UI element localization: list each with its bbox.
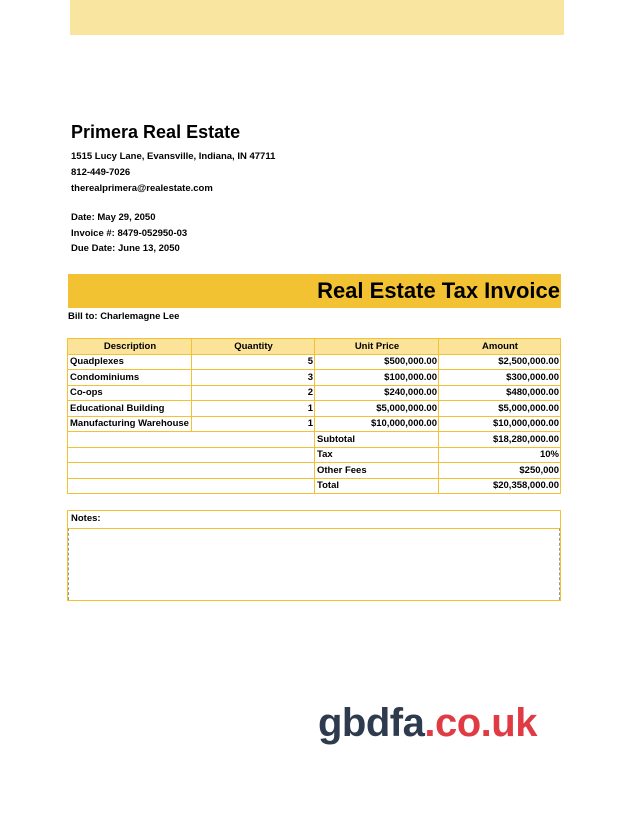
company-address: 1515 Lucy Lane, Evansville, Indiana, IN … <box>71 151 276 162</box>
header-amount: Amount <box>438 338 561 355</box>
cell-description: Manufacturing Warehouse <box>67 415 192 432</box>
invoice-date: Date: May 29, 2050 <box>71 212 156 223</box>
logo-text-part1: gbdfa <box>318 701 425 745</box>
top-color-band <box>70 0 564 35</box>
cell-description: Quadplexes <box>67 353 192 370</box>
cell-description: Educational Building <box>67 400 192 417</box>
company-email: therealprimera@realestate.com <box>71 183 213 194</box>
cell-unit-price: $500,000.00 <box>314 353 439 370</box>
total-label: Total <box>314 477 439 494</box>
summary-spacer <box>67 477 315 494</box>
cell-amount: $5,000,000.00 <box>438 400 561 417</box>
summary-spacer <box>67 431 315 448</box>
summary-row-other-fees: Other Fees $250,000 <box>67 462 561 479</box>
other-fees-label: Other Fees <box>314 462 439 479</box>
logo-text-part2: .co.uk <box>424 701 537 745</box>
invoice-table: Description Quantity Unit Price Amount Q… <box>67 338 561 494</box>
notes-box[interactable]: Notes: <box>67 510 561 601</box>
cell-quantity: 3 <box>191 369 315 386</box>
summary-row-total: Total $20,358,000.00 <box>67 477 561 494</box>
table-row: Manufacturing Warehouse 1 $10,000,000.00… <box>67 415 561 432</box>
summary-row-subtotal: Subtotal $18,280,000.00 <box>67 431 561 448</box>
cell-quantity: 5 <box>191 353 315 370</box>
cell-quantity: 2 <box>191 384 315 401</box>
title-bar: Real Estate Tax Invoice <box>68 274 561 308</box>
summary-row-tax: Tax 10% <box>67 446 561 463</box>
cell-quantity: 1 <box>191 400 315 417</box>
summary-spacer <box>67 446 315 463</box>
cell-description: Condominiums <box>67 369 192 386</box>
company-name: Primera Real Estate <box>71 122 241 142</box>
cell-unit-price: $240,000.00 <box>314 384 439 401</box>
table-row: Quadplexes 5 $500,000.00 $2,500,000.00 <box>67 353 561 370</box>
header-unit-price: Unit Price <box>314 338 439 355</box>
notes-area[interactable] <box>68 528 560 600</box>
site-logo: gbdfa.co.uk <box>318 701 537 746</box>
header-quantity: Quantity <box>191 338 315 355</box>
summary-spacer <box>67 462 315 479</box>
other-fees-value: $250,000 <box>438 462 561 479</box>
cell-unit-price: $100,000.00 <box>314 369 439 386</box>
table-row: Co-ops 2 $240,000.00 $480,000.00 <box>67 384 561 401</box>
subtotal-label: Subtotal <box>314 431 439 448</box>
table-row: Educational Building 1 $5,000,000.00 $5,… <box>67 400 561 417</box>
header-description: Description <box>67 338 192 355</box>
table-row: Condominiums 3 $100,000.00 $300,000.00 <box>67 369 561 386</box>
bill-to: Bill to: Charlemagne Lee <box>68 311 180 322</box>
cell-amount: $10,000,000.00 <box>438 415 561 432</box>
subtotal-value: $18,280,000.00 <box>438 431 561 448</box>
tax-label: Tax <box>314 446 439 463</box>
cell-unit-price: $5,000,000.00 <box>314 400 439 417</box>
cell-amount: $2,500,000.00 <box>438 353 561 370</box>
cell-amount: $300,000.00 <box>438 369 561 386</box>
company-phone: 812-449-7026 <box>71 167 131 178</box>
table-header-row: Description Quantity Unit Price Amount <box>67 338 561 355</box>
due-date: Due Date: June 13, 2050 <box>71 243 180 254</box>
notes-label: Notes: <box>71 513 101 524</box>
cell-quantity: 1 <box>191 415 315 432</box>
tax-value: 10% <box>438 446 561 463</box>
invoice-number: Invoice #: 8479-052950-03 <box>71 228 188 239</box>
invoice-title: Real Estate Tax Invoice <box>317 278 560 303</box>
cell-amount: $480,000.00 <box>438 384 561 401</box>
total-value: $20,358,000.00 <box>438 477 561 494</box>
cell-unit-price: $10,000,000.00 <box>314 415 439 432</box>
cell-description: Co-ops <box>67 384 192 401</box>
